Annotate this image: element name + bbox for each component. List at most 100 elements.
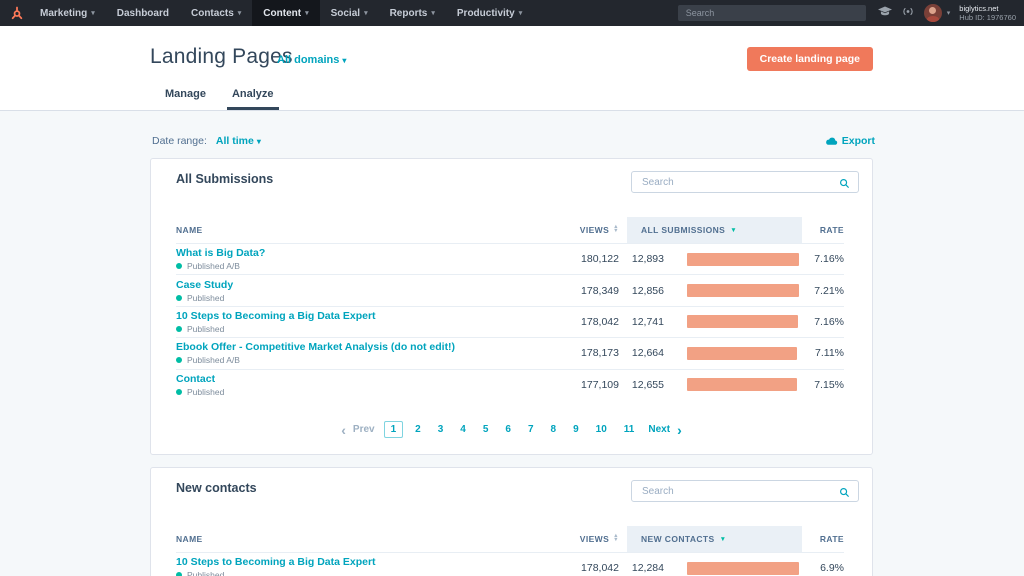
rate-value: 7.21%	[802, 285, 844, 297]
nav-items: Marketing▾DashboardContacts▾Content▾Soci…	[29, 0, 533, 26]
rate-value: 7.16%	[802, 253, 844, 265]
table-row: What is Big Data?Published A/B180,12212,…	[176, 243, 844, 274]
card-header: All Submissions	[151, 159, 872, 217]
page-1-button[interactable]: 1	[384, 421, 404, 438]
page-link[interactable]: Contact	[176, 373, 494, 385]
chevron-down-icon: ▾	[364, 9, 368, 17]
page-link[interactable]: 10 Steps to Becoming a Big Data Expert	[176, 310, 494, 322]
domain-filter-dropdown[interactable]: All domains▾	[277, 54, 346, 66]
submissions-value: 12,856	[619, 285, 664, 297]
bar-cell	[664, 347, 802, 360]
column-header-new-contacts[interactable]: NEW CONTACTS ▼	[627, 526, 802, 552]
magnifier-icon[interactable]	[839, 176, 850, 194]
nav-item-label: Content	[263, 8, 301, 19]
nav-item-reports[interactable]: Reports▾	[379, 0, 446, 26]
tab-analyze[interactable]: Analyze	[232, 88, 274, 110]
column-header-name[interactable]: NAME	[176, 534, 494, 544]
magnifier-icon[interactable]	[839, 485, 850, 503]
column-header-views[interactable]: VIEWS ▲▼	[494, 225, 619, 235]
status: Published	[176, 570, 494, 576]
status: Published	[176, 324, 494, 334]
prev-chevron-icon[interactable]: ‹	[341, 425, 346, 435]
name-cell: Ebook Offer - Competitive Market Analysi…	[176, 341, 494, 365]
page-link[interactable]: Case Study	[176, 279, 494, 291]
nav-item-marketing[interactable]: Marketing▾	[29, 0, 106, 26]
sprocket-icon[interactable]	[10, 6, 24, 20]
broadcast-icon[interactable]	[901, 4, 915, 22]
published-dot	[176, 572, 182, 576]
submissions-search-input[interactable]	[631, 171, 859, 193]
nav-item-content[interactable]: Content ▾	[252, 0, 319, 26]
page-3-button[interactable]: 3	[433, 421, 449, 438]
graduation-cap-icon[interactable]	[878, 4, 892, 22]
export-button[interactable]: Export	[825, 135, 875, 147]
page-link[interactable]: What is Big Data?	[176, 247, 494, 259]
submissions-value: 12,741	[619, 316, 664, 328]
status: Published A/B	[176, 261, 494, 271]
nav-item-contacts[interactable]: Contacts▾	[180, 0, 252, 26]
bar-cell	[664, 315, 802, 328]
status-label: Published	[187, 570, 224, 576]
page-5-button[interactable]: 5	[478, 421, 494, 438]
all-submissions-card: All Submissions NAME VIEWS ▲▼ ALL SUBMIS…	[150, 158, 873, 455]
pagination: ‹ Prev 123456789 10 11 Next ›	[151, 421, 872, 438]
nav-item-productivity[interactable]: Productivity▾	[446, 0, 533, 26]
global-search-input[interactable]	[678, 5, 866, 21]
table-header-row: NAME VIEWS ▲▼ NEW CONTACTS ▼ RATE	[176, 526, 844, 552]
status: Published A/B	[176, 355, 494, 365]
submissions-bar	[687, 378, 797, 391]
nav-item-dashboard[interactable]: Dashboard	[106, 0, 180, 26]
column-header-all-submissions[interactable]: ALL SUBMISSIONS ▼	[627, 217, 802, 243]
column-header-rate[interactable]: RATE	[802, 225, 844, 235]
landing-pages-analyze-page: Marketing▾DashboardContacts▾Content▾Soci…	[0, 0, 1024, 576]
nav-item-social[interactable]: Social ▾	[320, 0, 379, 26]
page-11-button[interactable]: 11	[619, 421, 640, 438]
column-header-rate[interactable]: RATE	[802, 534, 844, 544]
date-range-dropdown[interactable]: All time▾	[216, 135, 261, 147]
views-value: 180,122	[494, 253, 619, 265]
views-value: 177,109	[494, 379, 619, 391]
sort-desc-icon: ▼	[720, 536, 727, 543]
chevron-down-icon[interactable]: ▾	[947, 9, 951, 17]
page-2-button[interactable]: 2	[410, 421, 426, 438]
page-link[interactable]: 10 Steps to Becoming a Big Data Expert	[176, 556, 494, 568]
page-9-button[interactable]: 9	[568, 421, 584, 438]
contacts-search-input[interactable]	[631, 480, 859, 502]
views-value: 178,042	[494, 562, 619, 574]
prev-button[interactable]: Prev	[353, 424, 375, 435]
views-value: 178,349	[494, 285, 619, 297]
bar-cell	[664, 378, 802, 391]
page-4-button[interactable]: 4	[455, 421, 471, 438]
table-row: 10 Steps to Becoming a Big Data Expert Pu…	[176, 306, 844, 337]
views-header-label: VIEWS	[580, 534, 609, 544]
sort-both-icon: ▲▼	[613, 535, 619, 542]
column-header-name[interactable]: NAME	[176, 225, 494, 235]
views-value: 178,173	[494, 347, 619, 359]
next-chevron-icon[interactable]: ›	[677, 425, 682, 435]
account-hub-id: Hub ID: 1976760	[959, 13, 1016, 22]
page-8-button[interactable]: 8	[546, 421, 562, 438]
account-info[interactable]: biglytics.net Hub ID: 1976760	[959, 4, 1016, 22]
table-row: Case StudyPublished178,34912,8567.21%	[176, 274, 844, 305]
chevron-down-icon: ▾	[238, 9, 242, 17]
tab-manage[interactable]: Manage	[165, 88, 206, 110]
bar-cell	[664, 284, 802, 297]
page-10-button[interactable]: 10	[591, 421, 612, 438]
column-header-views[interactable]: VIEWS ▲▼	[494, 534, 619, 544]
name-cell: 10 Steps to Becoming a Big Data Expert Pu…	[176, 556, 494, 576]
chevron-down-icon: ▾	[305, 9, 309, 17]
chevron-down-icon: ▾	[431, 9, 435, 17]
page-7-button[interactable]: 7	[523, 421, 539, 438]
account-domain: biglytics.net	[959, 4, 1016, 13]
nav-item-label: Social	[331, 8, 360, 19]
page-6-button[interactable]: 6	[500, 421, 516, 438]
card-title: All Submissions	[176, 172, 273, 186]
table-row: ContactPublished177,10912,6557.15%	[176, 369, 844, 400]
submissions-search	[631, 171, 859, 193]
create-landing-page-button[interactable]: Create landing page	[747, 47, 873, 71]
table-row: Ebook Offer - Competitive Market Analysi…	[176, 337, 844, 368]
page-link[interactable]: Ebook Offer - Competitive Market Analysi…	[176, 341, 494, 353]
export-label: Export	[842, 135, 875, 147]
next-button[interactable]: Next	[648, 424, 670, 435]
avatar[interactable]	[924, 4, 942, 22]
